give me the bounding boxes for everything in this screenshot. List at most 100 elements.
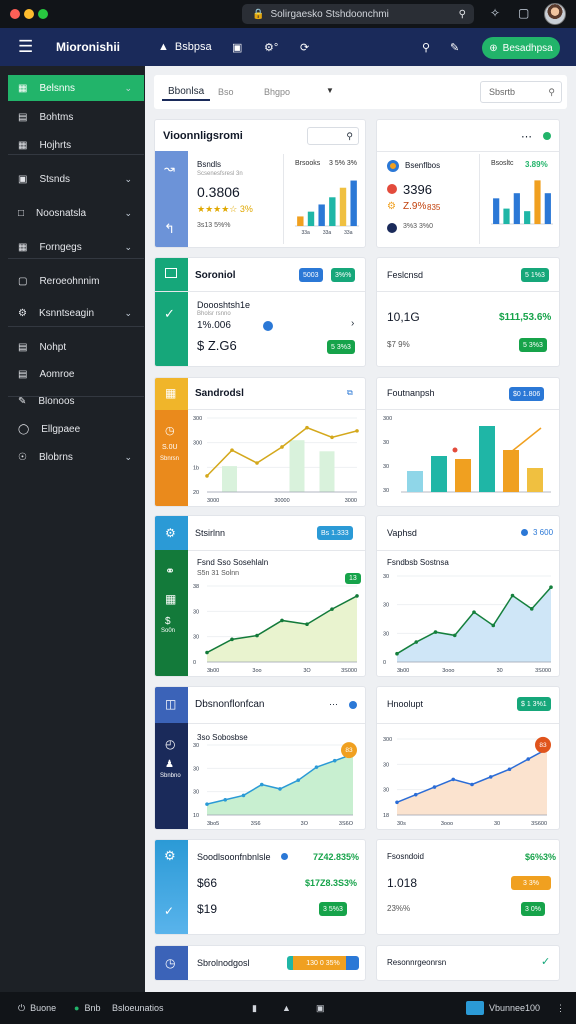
search-icon[interactable]: ⚲ [459, 9, 466, 20]
sidebar-item-12[interactable]: ☉ Blobrns ⌄ [8, 444, 144, 470]
tab-overview[interactable]: Bbonlsa [162, 83, 211, 101]
data-point [296, 778, 301, 783]
avatar[interactable] [544, 3, 566, 25]
sidebar-item-label: Hojhrts [39, 139, 72, 151]
bar [493, 198, 500, 224]
y-tick-label: 30 [383, 464, 389, 470]
status-bar: ⏻ Buone ● Bnb Bsloeunatios ▮ ▲ ▣ Vbunnee10… [0, 992, 576, 1024]
tab-second[interactable]: Bso [218, 83, 234, 101]
status-item-right[interactable]: Vbunnee100 [466, 992, 540, 1024]
data-point [205, 802, 209, 806]
chevron-down-icon[interactable]: ▼ [326, 86, 334, 95]
maximize-window-dot[interactable] [38, 9, 48, 19]
tab-third[interactable]: Bhgpo [264, 83, 290, 101]
wallet-icon [165, 268, 177, 278]
bar [544, 193, 551, 224]
badge-range: Bs 1.333 [317, 526, 353, 540]
y-tick-label: 30 [383, 440, 389, 446]
data-point [355, 594, 359, 598]
data-point [470, 782, 474, 787]
card-value: $111,53.6% [499, 312, 552, 323]
card-foot: $7 9% [387, 340, 410, 349]
background-bar [289, 440, 305, 492]
check-icon[interactable]: ✓ [541, 955, 550, 968]
sidebar-item-9[interactable]: ▤ Aomroe [8, 361, 144, 387]
folder-icon[interactable]: ▮ [252, 992, 257, 1024]
badge-change-2: 3 0% [521, 902, 545, 916]
status-item-b[interactable]: ● Bnb [74, 992, 100, 1024]
sidebar-item-0[interactable]: ▦ Belsnns ⌄ [8, 75, 144, 101]
close-window-dot[interactable] [10, 9, 20, 19]
sidebar-item-label: Ellgpaee [41, 423, 81, 435]
link-icon[interactable]: ⧉ [347, 388, 353, 398]
share-icon[interactable]: ▢ [518, 6, 529, 20]
data-point [549, 585, 553, 590]
refresh-icon[interactable]: ⟳ [300, 28, 309, 66]
bar [329, 197, 336, 226]
data-point [395, 651, 399, 656]
sidebar-item-1[interactable]: ▤ Bohtms [8, 104, 144, 130]
speaker-icon[interactable]: ▲ [282, 992, 291, 1024]
settings-icon[interactable]: ⚙° [264, 28, 278, 66]
card-stat: 7Z42.835% [313, 852, 360, 862]
more-icon[interactable]: ⋯ [329, 699, 338, 710]
card-search-icon[interactable]: ⚲ [307, 127, 359, 145]
search-icon[interactable]: ⚲ [422, 28, 430, 66]
sidebar-item-label: Blonoos [38, 395, 75, 407]
save-icon[interactable]: ▣ [232, 28, 242, 66]
card-mid: Z.9% [403, 201, 427, 212]
status-item-a[interactable]: ⏻ Buone [18, 992, 56, 1024]
sidebar-item-4[interactable]: □ Noosnatsla ⌄ [8, 200, 144, 226]
search-placeholder: Sbsrtb [489, 87, 516, 97]
sidebar-item-11[interactable]: ◯ Ellgpaee [8, 416, 144, 442]
more-icon[interactable]: ⋯ [521, 130, 532, 143]
sidebar-item-label: Stsnds [39, 173, 71, 185]
file-icon: ▤ [18, 368, 28, 380]
data-point [223, 797, 228, 802]
status-item-c[interactable]: Bsloeunatios [112, 992, 164, 1024]
trend-icon: ↰ [164, 221, 175, 236]
url-bar[interactable]: 🔒 Solirgaesko Stshdoonchmi ⚲ [242, 4, 474, 24]
sidebar-item-10[interactable]: ✎ Blonoos [8, 388, 144, 414]
card-big-value: $ Z.G6 [197, 338, 237, 353]
minimize-window-dot[interactable] [24, 9, 34, 19]
card-heading: Bsenflbos [405, 161, 441, 170]
chat-icon: ⚭ [165, 564, 176, 578]
data-point [510, 593, 515, 598]
edit-icon[interactable]: ✎ [450, 28, 459, 66]
clipboard-icon: ▤ [18, 111, 28, 123]
chevron-down-icon: ⌄ [124, 307, 132, 318]
card-overview-2: ⋯ Bsenflbos 3396 ⚙ Z.9% 835 3%3 3%0 Bsos… [376, 119, 560, 248]
sidebar-item-label: Noosnatsla [36, 207, 87, 219]
chevron-right-icon[interactable]: › [351, 318, 354, 329]
bar [503, 450, 519, 492]
card-value-1b: $17Z8.3S3% [305, 878, 358, 888]
network-icon[interactable]: ▣ [316, 992, 325, 1024]
bar [455, 459, 471, 492]
primary-action-button[interactable]: ⊕ Besadhpsa [482, 37, 560, 59]
sidebar-divider [8, 396, 144, 397]
metric-sub: Bholsr rsnno [197, 311, 231, 317]
area-chart: 300 30 30 18 30s 3ooo 30 3S600 83 [383, 736, 551, 827]
card-foot: 3s13 5%% [197, 222, 231, 229]
data-point [205, 650, 209, 655]
end-badge-label: 83 [539, 742, 547, 749]
data-point [278, 787, 282, 791]
more-icon[interactable]: ⋮ [556, 992, 565, 1024]
sidebar-item-6[interactable]: ▢ Reroeohnnim [8, 268, 144, 294]
sidebar-item-label: Bohtms [39, 111, 74, 123]
card-title: Vioonnligsromi [163, 130, 243, 142]
menu-icon[interactable]: ☰ [18, 28, 33, 66]
data-point [413, 792, 418, 797]
sidebar-item-3[interactable]: ▣ Stsnds ⌄ [8, 166, 144, 192]
nav-home[interactable]: ▲ Bsbpsa [158, 28, 212, 66]
card-stripe: ↝ ↰ [155, 151, 188, 247]
y-tick-label: 0 [193, 660, 196, 666]
search-input[interactable]: Sbsrtb ⚲ [480, 81, 562, 103]
sidebar-item-5[interactable]: ▦ Forngegs ⌄ [8, 234, 144, 260]
y-tick-label: 300 [193, 416, 202, 422]
extension-icon[interactable]: ✧ [490, 6, 500, 20]
sidebar-item-8[interactable]: ▤ Nohpt [8, 334, 144, 360]
sidebar-item-7[interactable]: ⚙ Ksnntseagin ⌄ [8, 300, 144, 326]
divider [377, 409, 559, 410]
